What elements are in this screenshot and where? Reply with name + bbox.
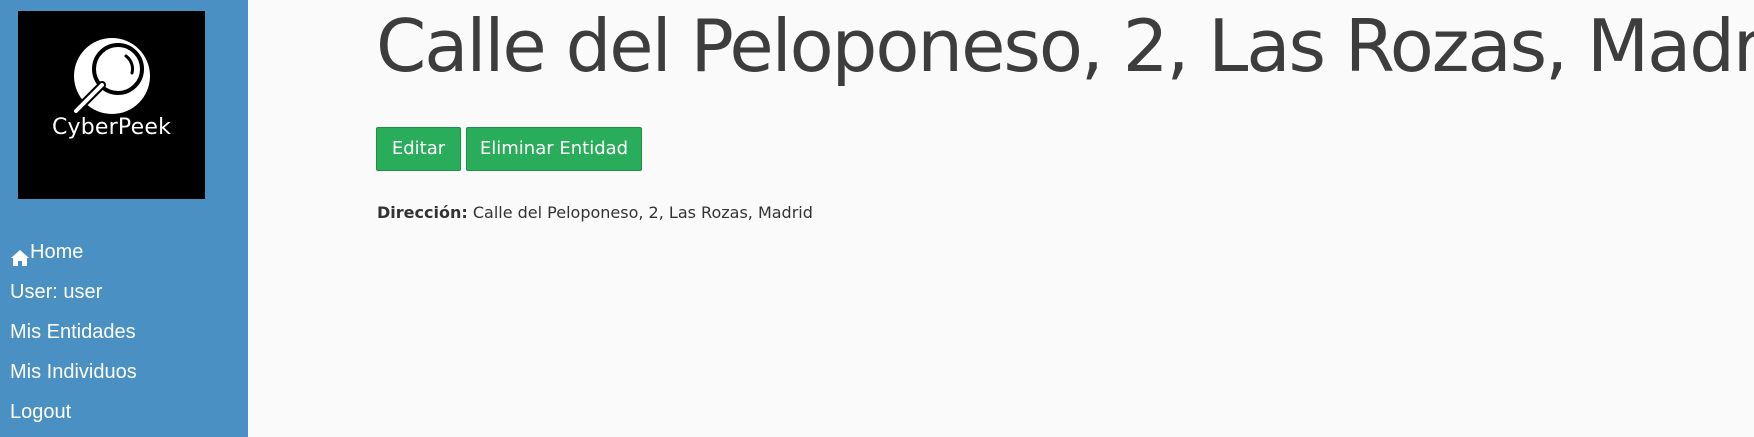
sidebar-item-label: User: user [10, 281, 103, 303]
logo-text: CyberPeek [51, 115, 172, 140]
cyberpeek-logo[interactable]: CyberPeek [18, 11, 205, 199]
home-icon [10, 243, 30, 266]
sidebar: CyberPeek Home User: user Mis Entidades … [0, 0, 248, 437]
sidebar-item-label: Home [30, 241, 84, 263]
magnifier-icon [72, 38, 150, 115]
sidebar-item-user[interactable]: User: user [10, 272, 137, 312]
page-title: Calle del Peloponeso, 2, Las Rozas, Madr… [376, 4, 1754, 88]
sidebar-item-label: Mis Entidades [10, 321, 136, 343]
address-label: Dirección: [377, 203, 468, 222]
address-value: Calle del Peloponeso, 2, Las Rozas, Madr… [472, 203, 813, 222]
sidebar-item-label: Mis Individuos [10, 361, 137, 383]
sidebar-item-mis-entidades[interactable]: Mis Entidades [10, 312, 137, 352]
sidebar-nav: Home User: user Mis Entidades Mis Indivi… [10, 232, 137, 432]
sidebar-item-logout[interactable]: Logout [10, 392, 137, 432]
delete-entity-button[interactable]: Eliminar Entidad [466, 127, 642, 171]
edit-button[interactable]: Editar [376, 127, 461, 171]
sidebar-item-home[interactable]: Home [10, 232, 137, 272]
address-detail: Dirección: Calle del Peloponeso, 2, Las … [377, 203, 813, 222]
sidebar-item-mis-individuos[interactable]: Mis Individuos [10, 352, 137, 392]
sidebar-item-label: Logout [10, 401, 72, 423]
